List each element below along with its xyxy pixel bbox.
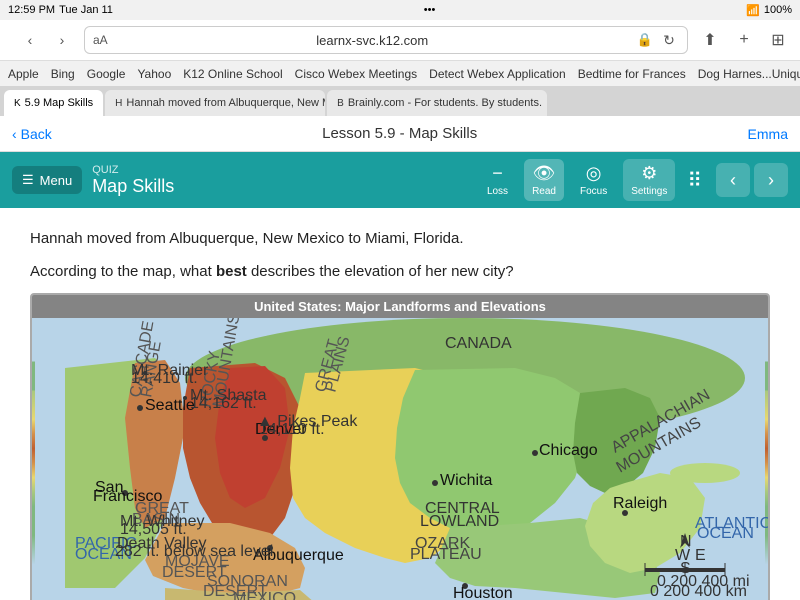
question-text: According to the map, what best describe… bbox=[30, 261, 770, 284]
svg-text:14,110 ft.: 14,110 ft. bbox=[259, 421, 325, 438]
tabs-bar: K 5.9 Map Skills H Hannah moved from Alb… bbox=[0, 86, 800, 116]
bookmark-detect-webex[interactable]: Detect Webex Application bbox=[429, 67, 566, 81]
date-display: Tue Jan 11 bbox=[59, 4, 113, 16]
lock-icon: 🔒 bbox=[637, 32, 653, 48]
svg-text:PLATEAU: PLATEAU bbox=[410, 546, 482, 563]
user-name: Emma bbox=[748, 126, 788, 142]
map-image: 0 200 400 mi 0 200 400 km N W E S Seattl… bbox=[32, 318, 768, 600]
url-display: learnx-svc.k12.com bbox=[114, 33, 631, 48]
address-bar[interactable]: aA learnx-svc.k12.com 🔒 ↻ bbox=[84, 26, 688, 54]
quiz-title-text: Map Skills bbox=[92, 176, 469, 197]
share-button[interactable]: ⬆ bbox=[696, 26, 724, 54]
dots-button[interactable]: ⠿ bbox=[683, 164, 706, 197]
svg-text:14,162 ft.: 14,162 ft. bbox=[190, 395, 257, 412]
menu-button[interactable]: ☰ Menu bbox=[12, 166, 82, 194]
app-nav: ‹ Back Lesson 5.9 - Map Skills Emma bbox=[0, 116, 800, 152]
quiz-label: QUIZ bbox=[92, 164, 469, 176]
question-suffix: describes the elevation of her new city? bbox=[247, 263, 514, 280]
settings-button[interactable]: ⚙ Settings bbox=[623, 159, 675, 201]
read-icon: 👁 bbox=[533, 163, 556, 184]
settings-gear-icon: ⚙ bbox=[641, 163, 657, 184]
prev-button[interactable]: ‹ bbox=[716, 163, 750, 197]
grid-button[interactable]: ⊞ bbox=[764, 26, 792, 54]
loss-button[interactable]: − Loss bbox=[479, 159, 516, 201]
svg-text:MEXICO: MEXICO bbox=[233, 590, 296, 600]
browser-dots: ••• bbox=[424, 4, 436, 16]
status-bar: 12:59 PM Tue Jan 11 ••• 📶 100% bbox=[0, 0, 800, 20]
focus-button[interactable]: ◎ Focus bbox=[572, 159, 615, 201]
font-size-label: aA bbox=[93, 33, 108, 47]
svg-text:282 ft. below sea level: 282 ft. below sea level bbox=[115, 543, 273, 560]
hamburger-icon: ☰ bbox=[22, 172, 34, 188]
svg-text:Wichita: Wichita bbox=[440, 472, 493, 489]
read-label: Read bbox=[532, 186, 556, 197]
svg-text:Houston: Houston bbox=[453, 585, 513, 600]
nav-bar: ‹ › aA learnx-svc.k12.com 🔒 ↻ ⬆ + ⊞ bbox=[0, 20, 800, 60]
svg-text:S: S bbox=[680, 560, 691, 577]
back-button[interactable]: ‹ bbox=[16, 26, 44, 54]
toolbar-right: ⬆ + ⊞ bbox=[696, 26, 792, 54]
tab-label-0: 5.9 Map Skills bbox=[25, 97, 93, 109]
refresh-button[interactable]: ↻ bbox=[659, 30, 679, 50]
tab-label-2: Brainly.com - For students. By students. bbox=[348, 97, 542, 109]
question-prefix: According to the map, what bbox=[30, 263, 216, 280]
svg-text:LOWLAND: LOWLAND bbox=[420, 513, 499, 530]
sentence1: Hannah moved from Albuquerque, New Mexic… bbox=[30, 228, 770, 251]
bookmark-k12[interactable]: K12 Online School bbox=[183, 67, 282, 81]
svg-text:14,410 ft.: 14,410 ft. bbox=[131, 370, 198, 387]
next-button[interactable]: › bbox=[754, 163, 788, 197]
bookmark-google[interactable]: Google bbox=[87, 67, 126, 81]
svg-text:CANADA: CANADA bbox=[445, 335, 512, 352]
tab-favicon-0: K bbox=[14, 98, 21, 109]
back-chevron-icon: ‹ bbox=[12, 126, 17, 142]
focus-label: Focus bbox=[580, 186, 607, 197]
svg-text:Raleigh: Raleigh bbox=[613, 495, 667, 512]
svg-text:Chicago: Chicago bbox=[539, 442, 598, 459]
bookmark-bedtime[interactable]: Bedtime for Frances bbox=[578, 67, 686, 81]
bookmarks-bar: Apple Bing Google Yahoo K12 Online Schoo… bbox=[0, 60, 800, 86]
content-area: Hannah moved from Albuquerque, New Mexic… bbox=[0, 208, 800, 600]
nav-buttons: ‹ › bbox=[16, 26, 76, 54]
tab-label-1: Hannah moved from Albuquerque, New Mexic… bbox=[126, 97, 325, 109]
focus-icon: ◎ bbox=[586, 163, 602, 184]
quiz-toolbar: ☰ Menu QUIZ Map Skills − Loss 👁 Read ◎ F… bbox=[0, 152, 800, 208]
tab-favicon-2: B bbox=[337, 98, 344, 109]
back-label: Back bbox=[21, 126, 52, 142]
map-container: United States: Major Landforms and Eleva… bbox=[30, 293, 770, 600]
bookmark-dog-harness[interactable]: Dog Harnes...Unique Shop bbox=[698, 67, 800, 81]
svg-text:OCEAN: OCEAN bbox=[697, 525, 754, 542]
question-bold: best bbox=[216, 263, 247, 280]
wifi-icon: 📶 bbox=[746, 4, 760, 17]
toolbar-tools: − Loss 👁 Read ◎ Focus ⚙ Settings ⠿ bbox=[479, 159, 706, 201]
svg-text:E: E bbox=[695, 547, 706, 564]
loss-icon: − bbox=[492, 163, 503, 184]
tab-hannah[interactable]: H Hannah moved from Albuquerque, New Mex… bbox=[105, 90, 325, 116]
tab-map-skills[interactable]: K 5.9 Map Skills bbox=[4, 90, 103, 116]
lesson-title: Lesson 5.9 - Map Skills bbox=[60, 125, 740, 142]
settings-label: Settings bbox=[631, 186, 667, 197]
time-display: 12:59 PM bbox=[8, 4, 55, 16]
loss-label: Loss bbox=[487, 186, 508, 197]
map-svg: 0 200 400 mi 0 200 400 km N W E S Seattl… bbox=[32, 318, 768, 600]
new-tab-button[interactable]: + bbox=[730, 26, 758, 54]
menu-label: Menu bbox=[40, 173, 73, 188]
quiz-title-block: QUIZ Map Skills bbox=[92, 164, 469, 197]
nav-arrows: ‹ › bbox=[716, 163, 788, 197]
bookmark-yahoo[interactable]: Yahoo bbox=[137, 67, 171, 81]
tab-brainly[interactable]: B Brainly.com - For students. By student… bbox=[327, 90, 547, 116]
bookmark-apple[interactable]: Apple bbox=[8, 67, 39, 81]
app-back-button[interactable]: ‹ Back bbox=[12, 126, 52, 142]
battery-display: 100% bbox=[764, 4, 792, 16]
map-title-bar: United States: Major Landforms and Eleva… bbox=[32, 295, 768, 318]
read-button[interactable]: 👁 Read bbox=[524, 159, 564, 201]
forward-button[interactable]: › bbox=[48, 26, 76, 54]
tab-favicon-1: H bbox=[115, 98, 122, 109]
svg-text:0 200 400 km: 0 200 400 km bbox=[650, 583, 747, 600]
bookmark-bing[interactable]: Bing bbox=[51, 67, 75, 81]
bookmark-webex-meetings[interactable]: Cisco Webex Meetings bbox=[295, 67, 418, 81]
svg-text:Seattle: Seattle bbox=[145, 397, 195, 414]
